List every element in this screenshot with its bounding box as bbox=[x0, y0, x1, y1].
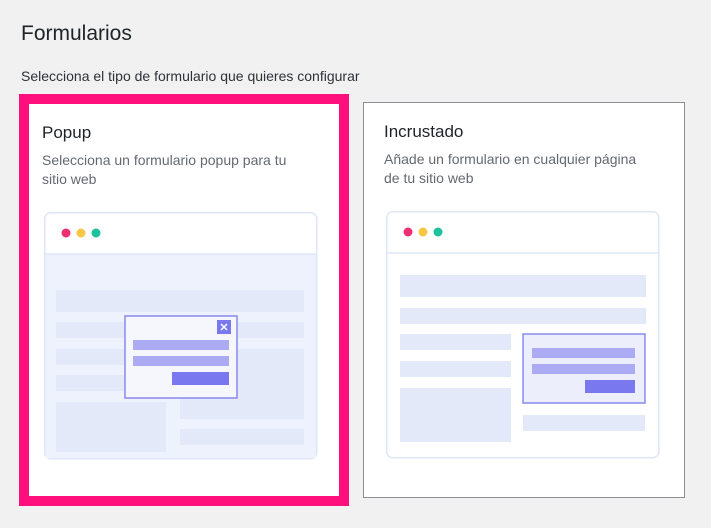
card-title-embedded: Incrustado bbox=[384, 122, 464, 141]
browser-dot-yellow bbox=[76, 228, 86, 238]
browser-dot-green bbox=[91, 228, 101, 238]
browser-dot-green bbox=[433, 227, 443, 237]
embedded-form-illustration-icon bbox=[386, 211, 660, 459]
browser-dot-yellow bbox=[418, 227, 428, 237]
card-description-popup: Selecciona un formulario popup para tu s… bbox=[42, 152, 287, 187]
page-subtitle: Selecciona el tipo de formulario que qui… bbox=[21, 68, 360, 84]
browser-dot-red bbox=[61, 228, 71, 238]
card-description-embedded: Añade un formulario en cualquier página … bbox=[384, 151, 637, 186]
page-title: Formularios bbox=[21, 22, 132, 45]
card-title-popup: Popup bbox=[42, 123, 92, 142]
form-type-card-embedded[interactable]: Incrustado Añade un formulario en cualqu… bbox=[363, 102, 685, 498]
form-type-card-popup[interactable]: Popup Selecciona un formulario popup par… bbox=[19, 94, 349, 506]
browser-dot-red bbox=[403, 227, 413, 237]
popup-form-illustration-icon bbox=[44, 212, 318, 460]
